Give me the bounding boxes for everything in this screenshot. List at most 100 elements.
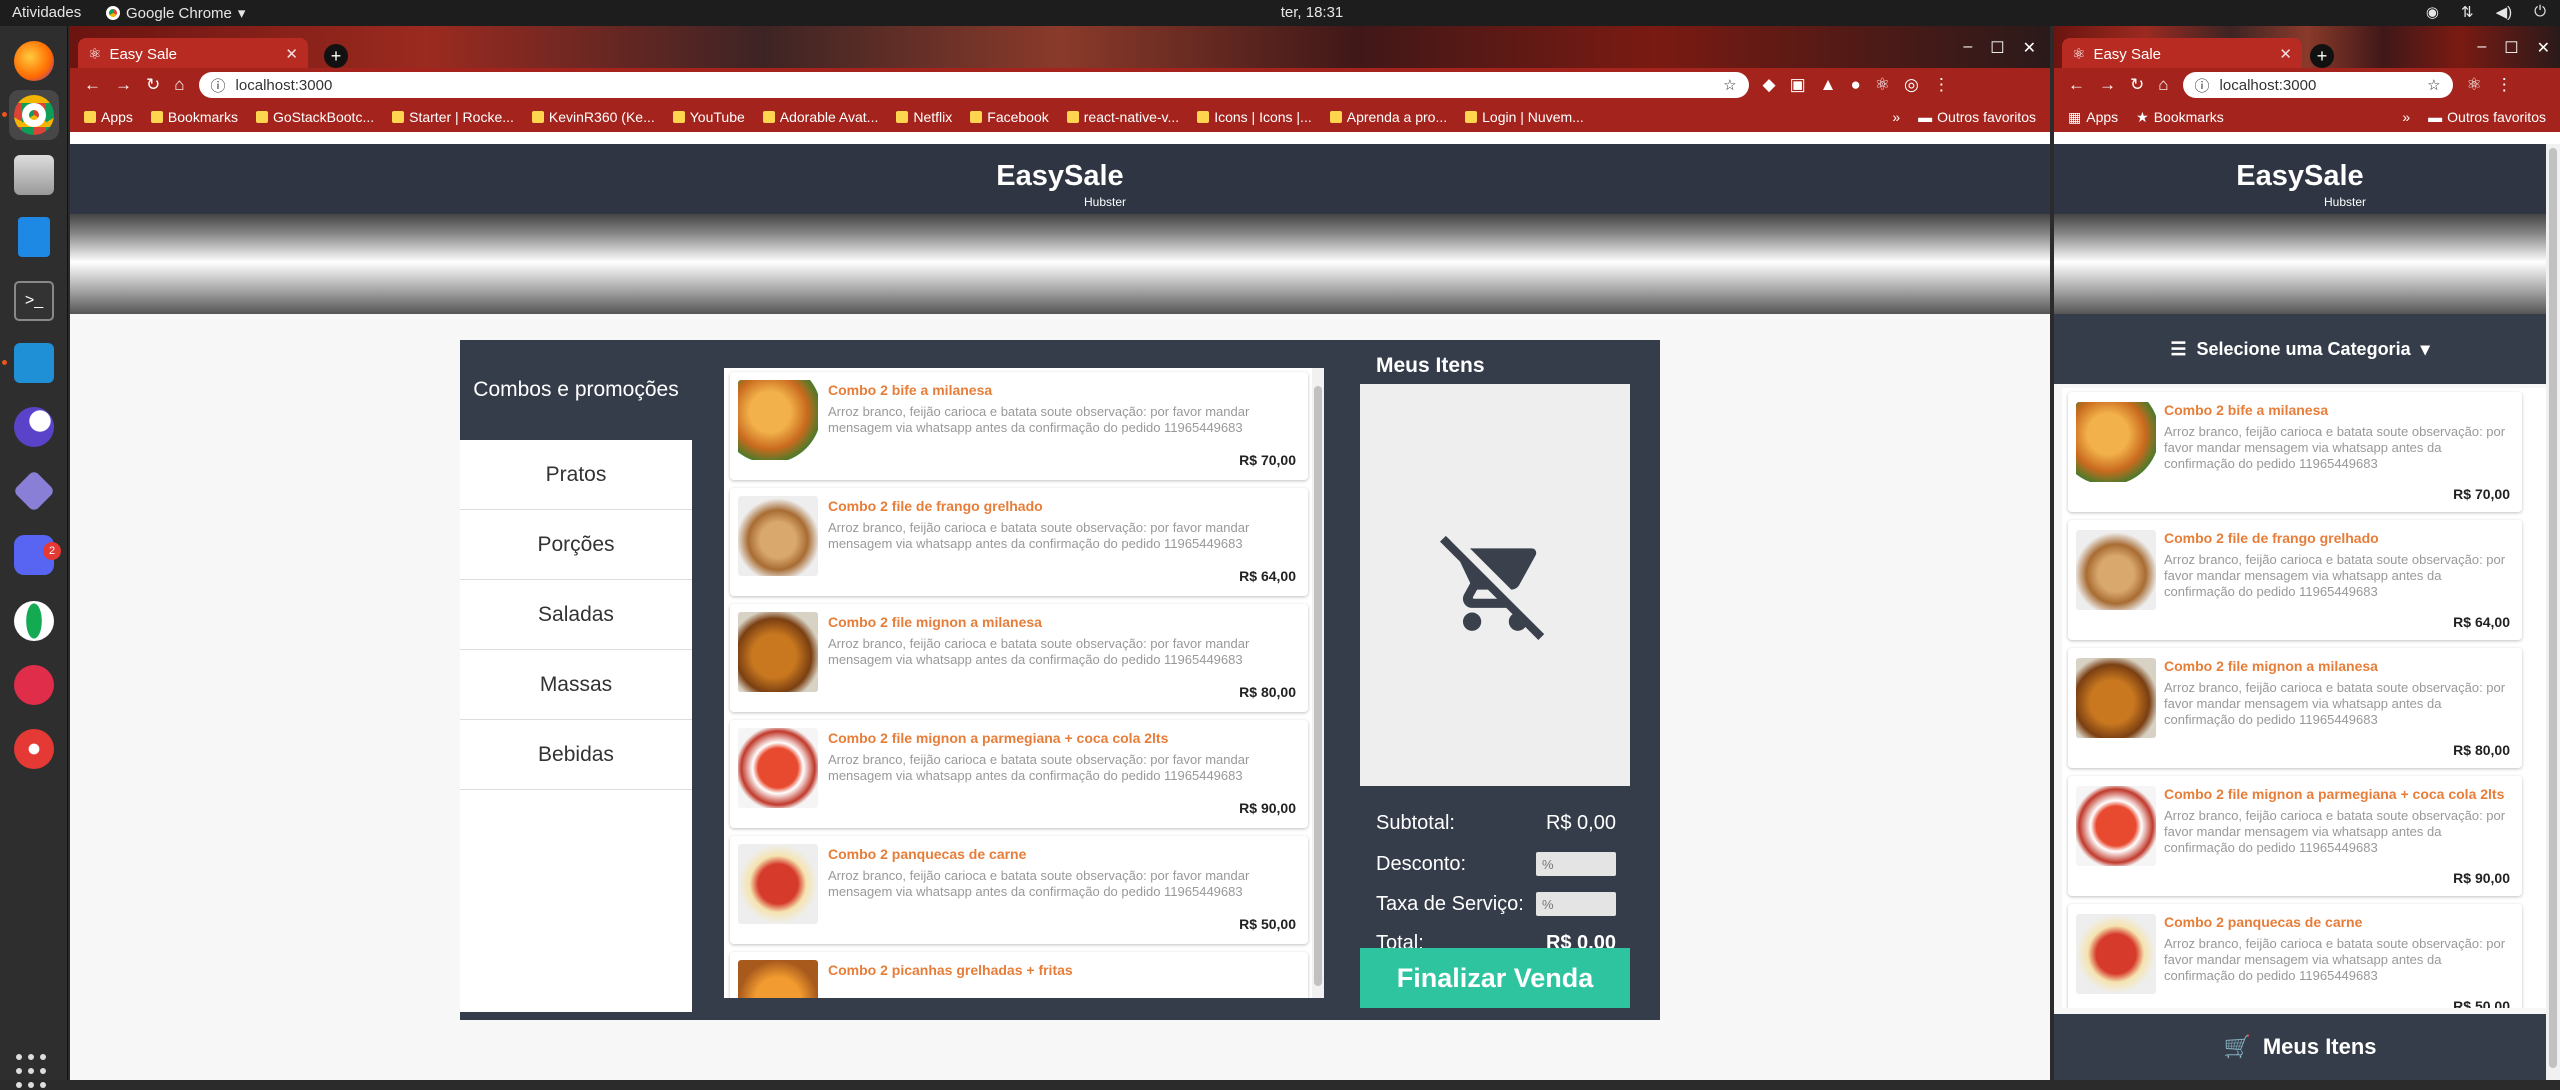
app-menu[interactable]: Google Chrome ▾ [106, 4, 245, 22]
more-bookmarks-button[interactable]: » [1892, 109, 1900, 125]
back-button[interactable]: ← [2068, 75, 2085, 95]
category-item[interactable]: Porções [460, 510, 692, 580]
discount-input[interactable] [1536, 852, 1616, 876]
minimize-button[interactable]: – [1963, 38, 1972, 58]
tab-close-icon[interactable]: ✕ [285, 45, 298, 63]
finalize-sale-button[interactable]: Finalizar Venda [1360, 948, 1630, 1008]
address-bar[interactable]: ⓘ localhost:3000 ☆ [198, 72, 1749, 98]
discord-tray-icon[interactable]: ◉ [2426, 3, 2439, 21]
new-tab-button[interactable]: + [2310, 44, 2334, 68]
product-card[interactable]: Combo 2 file mignon a milanesa Arroz bran… [730, 604, 1308, 712]
category-item[interactable]: Saladas [460, 580, 692, 650]
product-card[interactable]: Combo 2 file mignon a milanesa Arroz bran… [2068, 648, 2522, 768]
forward-button[interactable]: → [2099, 75, 2116, 95]
dock-beekeeper[interactable] [9, 660, 59, 710]
extension-icon[interactable]: ◆ [1763, 75, 1776, 95]
my-items-bar[interactable]: 🛒 Meus Itens [2054, 1014, 2546, 1080]
reload-button[interactable]: ↻ [146, 75, 160, 95]
clock[interactable]: ter, 18:31 [1262, 4, 1362, 21]
product-card[interactable]: Combo 2 file de frango grelhado Arroz bra… [2068, 520, 2522, 640]
tab-close-icon[interactable]: ✕ [2279, 45, 2292, 63]
dock-firefox[interactable] [9, 36, 59, 86]
bookmark-star-icon[interactable]: ☆ [1723, 76, 1736, 94]
bookmark-item[interactable]: Bookmarks [150, 109, 238, 125]
menu-kebab-icon[interactable]: ⋮ [2496, 75, 2513, 95]
network-icon[interactable]: ⇅ [2461, 3, 2474, 21]
page-scrollbar[interactable] [2546, 144, 2560, 1080]
service-fee-input[interactable] [1536, 892, 1616, 916]
category-dropdown[interactable]: ☰ Selecione uma Categoria ▾ [2054, 314, 2546, 384]
maximize-button[interactable]: ☐ [2504, 38, 2518, 58]
volume-icon[interactable]: ◀) [2496, 3, 2513, 21]
bookmark-star-icon[interactable]: ☆ [2427, 76, 2440, 94]
product-card[interactable]: Combo 2 bife a milanesa Arroz branco, fei… [730, 372, 1308, 480]
bookmark-item[interactable]: Starter | Rocke... [392, 109, 514, 125]
menu-kebab-icon[interactable]: ⋮ [1933, 75, 1950, 95]
extension-icon[interactable]: ⚛ [2467, 75, 2482, 95]
bookmark-bookmarks[interactable]: ★ Bookmarks [2136, 109, 2224, 126]
back-button[interactable]: ← [84, 75, 101, 95]
product-scrollbar[interactable] [1312, 368, 1324, 998]
activities-button[interactable]: Atividades [12, 4, 81, 21]
more-bookmarks-button[interactable]: » [2402, 109, 2410, 125]
bookmark-item[interactable]: Icons | Icons |... [1197, 109, 1312, 125]
system-tray[interactable]: ◉ ⇅ ◀) ⏻ [2426, 3, 2546, 21]
forward-button[interactable]: → [115, 75, 132, 95]
show-applications-icon[interactable] [16, 1054, 52, 1090]
scroll-thumb[interactable] [2549, 148, 2557, 1068]
dock-app[interactable] [9, 724, 59, 774]
close-window-button[interactable]: ✕ [2023, 38, 2036, 58]
extension-icon[interactable]: ⚛ [1875, 75, 1890, 95]
dock-eclipse-app[interactable] [9, 402, 59, 452]
product-card[interactable]: Combo 2 panquecas de carne Arroz branco, … [2068, 904, 2522, 1008]
new-tab-button[interactable]: + [324, 44, 348, 68]
home-button[interactable]: ⌂ [2158, 75, 2168, 95]
scroll-thumb[interactable] [1314, 386, 1322, 986]
other-favorites[interactable]: ▬ Outros favoritos [2428, 109, 2546, 125]
product-description: Arroz branco, feijão carioca e batata so… [2164, 424, 2506, 471]
product-card[interactable]: Combo 2 panquecas de carne Arroz branco, … [730, 836, 1308, 944]
dock-terminal[interactable]: >_ [9, 276, 59, 326]
maximize-button[interactable]: ☐ [1990, 38, 2004, 58]
extension-icon[interactable]: ▲ [1820, 75, 1837, 95]
bookmark-item[interactable]: Aprenda a pro... [1329, 109, 1447, 125]
extension-icon[interactable]: ◎ [1904, 75, 1919, 95]
reload-button[interactable]: ↻ [2130, 75, 2144, 95]
bookmark-item[interactable]: Apps [84, 109, 133, 125]
extension-icon[interactable]: ▣ [1790, 75, 1806, 95]
category-item[interactable]: Pratos [460, 440, 692, 510]
product-card[interactable]: Combo 2 file mignon a parmegiana + coca … [730, 720, 1308, 828]
bookmark-item[interactable]: KevinR360 (Ke... [531, 109, 655, 125]
bookmark-item[interactable]: Login | Nuvem... [1465, 109, 1584, 125]
tab-easy-sale[interactable]: ⚛ Easy Sale ✕ [2062, 38, 2302, 70]
dock-chrome[interactable] [9, 90, 59, 140]
bookmark-item[interactable]: GoStackBootc... [255, 109, 374, 125]
address-bar[interactable]: ⓘ localhost:3000 ☆ [2182, 72, 2453, 98]
bookmark-item[interactable]: Adorable Avat... [762, 109, 878, 125]
product-card[interactable]: Combo 2 file mignon a parmegiana + coca … [2068, 776, 2522, 896]
home-button[interactable]: ⌂ [174, 75, 184, 95]
tab-easy-sale[interactable]: ⚛ Easy Sale ✕ [78, 38, 308, 70]
minimize-button[interactable]: – [2477, 38, 2486, 58]
dock-vscode[interactable] [9, 338, 59, 388]
bookmark-item[interactable]: react-native-v... [1066, 109, 1179, 125]
product-card[interactable]: Combo 2 picanhas grelhadas + fritas [730, 952, 1308, 998]
category-selected[interactable]: Combos e promoções [460, 340, 692, 440]
dock-mongodb[interactable] [9, 596, 59, 646]
dock-gitkraken[interactable] [9, 466, 59, 516]
product-card[interactable]: Combo 2 bife a milanesa Arroz branco, fei… [2068, 392, 2522, 512]
bookmark-item[interactable]: Netflix [896, 109, 952, 125]
dock-writer[interactable] [9, 212, 59, 262]
close-window-button[interactable]: ✕ [2537, 38, 2550, 58]
bookmark-apps[interactable]: ▦ Apps [2068, 109, 2118, 126]
bookmark-item[interactable]: YouTube [672, 109, 745, 125]
bookmark-item[interactable]: Facebook [970, 109, 1049, 125]
other-favorites[interactable]: ▬ Outros favoritos [1918, 109, 2036, 125]
power-icon[interactable]: ⏻ [2534, 3, 2546, 21]
product-card[interactable]: Combo 2 file de frango grelhado Arroz bra… [730, 488, 1308, 596]
category-item[interactable]: Bebidas [460, 720, 692, 790]
category-item[interactable]: Massas [460, 650, 692, 720]
dock-files[interactable] [9, 150, 59, 200]
bookmark-label: Apps [101, 109, 133, 125]
extension-icon[interactable]: ● [1851, 75, 1861, 95]
